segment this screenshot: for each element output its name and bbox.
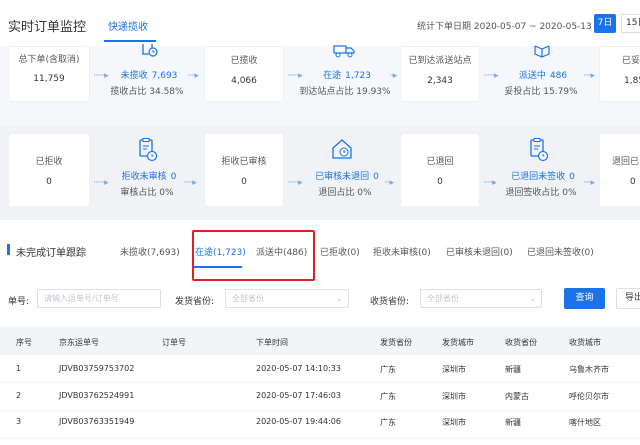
flow-arrow-icon: ··▸ [389,71,397,81]
clipboard-clock-icon [529,138,549,165]
flow-arrow-icon: ····▸ [583,71,595,81]
page-title: 实时订单监控 [8,20,87,35]
box-icon [534,44,550,61]
table-row[interactable]: 1 JDVB03759753702 2020-05-07 14:10:33 广东… [0,355,640,383]
flow-arrow-icon: ····▸ [187,71,199,81]
tab-not-picked[interactable]: 未揽收(7,693) [120,245,180,258]
stat-in-transit[interactable]: 在途 1,723 到达站点占比 19.93% [295,68,395,97]
section-title: 未完成订单跟踪 [16,248,86,259]
table-row[interactable]: 3 JDVB03763351949 2020-05-07 19:44:06 广东… [0,411,640,439]
highlight-box [192,230,315,281]
order-no-input[interactable]: 请输入运单号/订单号 [37,289,161,308]
card-reject-reviewed[interactable]: 拒收已审核 0 [204,133,284,207]
range-7d-button[interactable]: 7日 [594,14,616,33]
stat-reviewed-not-returned[interactable]: 已审核未退回 0 退回占比 0% [303,169,387,198]
query-button[interactable]: 查询 [564,288,605,309]
card-total-orders[interactable]: 总下单(含取消) 11,759 [8,46,90,102]
col-header-no: 序号 [16,338,32,347]
tab-returned-unsigned[interactable]: 已退回未签收(0) [527,245,594,258]
recv-province-label: 收货省份: [370,297,410,307]
flow-arrow-icon: ······▸ [287,178,303,188]
tab-reviewed-not-returned[interactable]: 已审核未退回(0) [446,245,513,258]
flow-arrow-icon: ···▸ [384,178,394,188]
section-accent-bar [7,244,10,255]
tab-reject-unreviewed[interactable]: 拒收未审核(0) [373,245,431,258]
truck-icon [333,44,355,61]
stat-reject-unreviewed[interactable]: 拒收未审核 0 审核占比 0% [104,169,190,198]
tab-active-indicator [104,40,156,42]
col-header-recv-province: 收货省份 [505,338,537,347]
card-arrived-station[interactable]: 已到达派送站点 2,343 [400,46,480,102]
col-header-waybill: 京东运单号 [59,338,99,347]
card-rejected[interactable]: 已拒收 0 [8,133,90,207]
card-returned-signed[interactable]: 退回已 0 [599,133,640,207]
col-header-recv-city: 收货城市 [569,338,601,347]
table-row[interactable]: 2 JDVB03762524991 2020-05-07 17:46:03 广东… [0,383,640,411]
chevron-down-icon: ⌄ [529,294,536,303]
card-returned[interactable]: 已退回 0 [400,133,480,207]
stat-returned-unsigned[interactable]: 已退回未签收 0 退回签收占比 0% [495,169,587,198]
date-range-value: 2020-05-07 ~ 2020-05-13 [473,22,592,32]
col-header-order: 订单号 [162,338,186,347]
export-button[interactable]: 导出 [616,288,640,309]
col-header-ship-province: 发货省份 [380,338,412,347]
top-header: 实时订单监控 快递揽收 统计下单日期 2020-05-07 ~ 2020-05-… [0,0,640,46]
clock-document-icon [141,44,159,61]
ship-province-select[interactable]: 全部省份 ⌄ [225,289,349,308]
chevron-down-icon: ⌄ [336,294,343,303]
tab-express-pickup[interactable]: 快递揽收 [108,18,148,33]
flow-arrow-icon: ····▸ [583,178,595,188]
flow-arrow-icon: ·····▸ [483,178,497,188]
stat-not-picked[interactable]: 未揽收 7,693 揽收占比 34.58% [104,68,190,97]
clipboard-clock-icon [138,138,158,165]
range-15d-button[interactable]: 15日 [621,14,640,33]
flow-arrow-icon: ·····▸ [183,178,197,188]
col-header-ship-city: 发货城市 [442,338,474,347]
home-return-icon [331,138,353,165]
card-picked[interactable]: 已揽收 4,066 [204,46,284,102]
col-header-time: 下单时间 [256,338,288,347]
ship-province-label: 发货省份: [175,297,215,307]
date-range-label: 统计下单日期 2020-05-07 ~ 2020-05-13 [417,22,592,32]
tab-rejected[interactable]: 已拒收(0) [320,245,360,258]
stat-delivering[interactable]: 派送中 486 妥投占比 15.79% [496,68,586,97]
card-signed[interactable]: 已妥 1,85 [599,46,640,102]
order-no-label: 单号: [8,297,30,307]
recv-province-select[interactable]: 全部省份 ⌄ [420,289,542,308]
